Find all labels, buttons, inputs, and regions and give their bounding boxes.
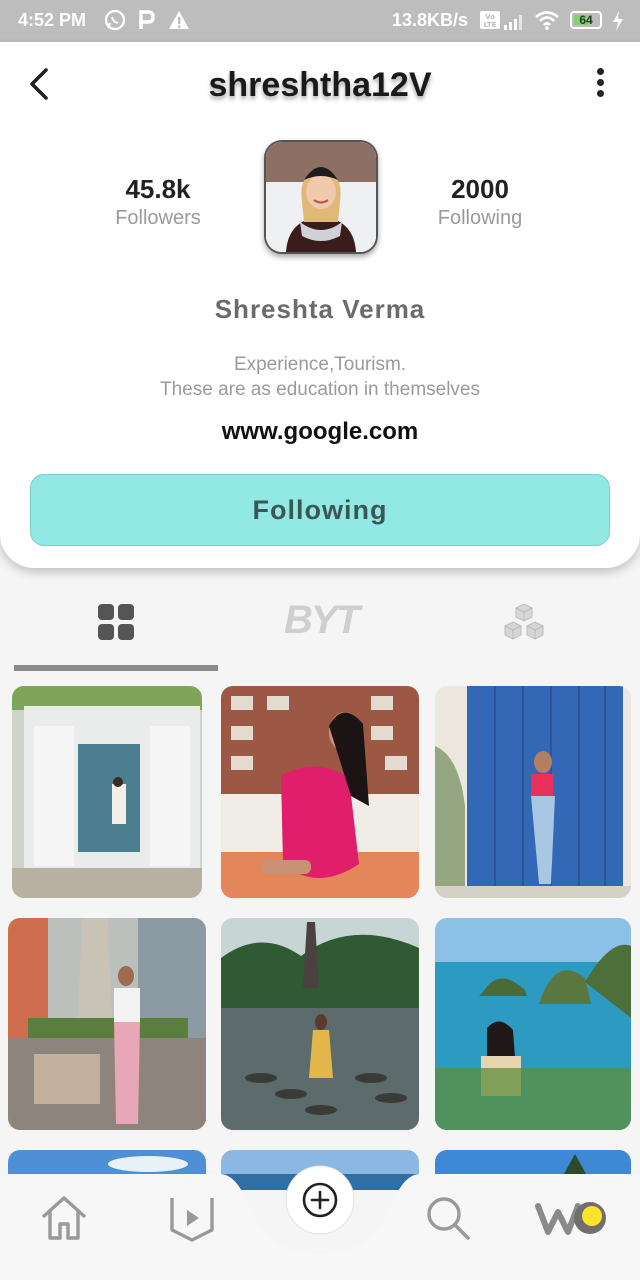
following-count: 2000 [451, 174, 509, 204]
post-thumbnail[interactable] [221, 918, 419, 1130]
bio-line-2: These are as education in themselves [159, 379, 480, 400]
post-thumbnail[interactable] [435, 918, 631, 1130]
whatsapp-icon [104, 9, 126, 36]
nav-create-button[interactable] [284, 1164, 356, 1241]
post-thumbnail[interactable] [221, 686, 419, 898]
website-link[interactable]: www.google.com [0, 418, 640, 446]
search-icon [427, 1197, 470, 1240]
volte-icon: Vo LTE [480, 11, 500, 34]
more-options-button[interactable] [590, 68, 610, 104]
following-stat[interactable]: 2000 Following [390, 174, 570, 230]
post-thumbnail[interactable] [435, 686, 631, 898]
grid-icon [98, 604, 134, 640]
cubes-icon [503, 603, 545, 640]
followers-count: 45.8k [125, 174, 191, 204]
following-label: Following [437, 207, 523, 229]
tab-byt[interactable]: BYT [250, 596, 390, 652]
nav-search[interactable] [422, 1192, 474, 1249]
home-icon [42, 1196, 86, 1240]
play-badge-icon [170, 1198, 214, 1242]
svg-text:Vo: Vo [485, 13, 495, 21]
nav-wo[interactable] [534, 1190, 610, 1251]
avatar[interactable] [264, 140, 378, 254]
bio-line-1: Experience,Tourism. [233, 354, 407, 375]
nav-videos[interactable] [166, 1192, 218, 1249]
tab-cubes[interactable] [470, 596, 610, 652]
battery-level: 64 [579, 13, 593, 27]
post-thumbnail[interactable] [8, 918, 206, 1130]
wifi-icon [534, 10, 560, 35]
charging-icon [612, 11, 624, 36]
signal-icon [504, 14, 526, 30]
profile-handle: shreshtha12V [208, 66, 432, 104]
parking-icon [138, 9, 156, 36]
followers-label: Followers [115, 207, 201, 229]
warning-icon [168, 9, 190, 36]
network-speed: 13.8KB/s [392, 10, 469, 30]
status-bar: 4:52 PM 13.8KB/s Vo LTE 64 [0, 0, 640, 42]
wo-logo-icon [535, 1202, 606, 1235]
svg-text:LTE: LTE [484, 21, 497, 29]
profile-tabs: BYT [0, 596, 640, 672]
battery-icon: 64 [570, 11, 602, 29]
tab-grid[interactable] [46, 596, 186, 652]
followers-stat[interactable]: 45.8k Followers [68, 174, 248, 230]
tab-byt-label: BYT [284, 598, 360, 642]
add-icon [285, 1165, 355, 1235]
bottom-navigation [0, 1165, 640, 1280]
status-time: 4:52 PM [18, 10, 87, 30]
following-button[interactable]: Following [30, 474, 610, 546]
profile-card: shreshtha12V 45.8k Followers 2000 Follow… [0, 42, 640, 568]
post-thumbnail[interactable] [12, 686, 202, 898]
active-tab-indicator [14, 665, 218, 671]
nav-home[interactable] [38, 1192, 90, 1249]
full-name: Shreshta Verma [214, 294, 426, 324]
more-vertical-icon [590, 68, 610, 97]
